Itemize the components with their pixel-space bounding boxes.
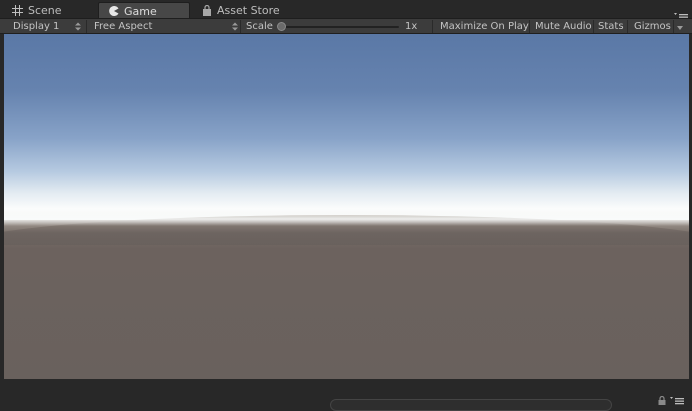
stats-toggle[interactable]: Stats — [598, 19, 624, 34]
tab-strip: Scene Game Asset Store — [0, 0, 692, 21]
grid-icon — [12, 5, 23, 16]
horizon-glow — [4, 212, 689, 226]
toolbar-divider — [627, 20, 628, 33]
panel-controls — [658, 390, 684, 409]
aspect-dropdown[interactable]: Free Aspect — [88, 19, 238, 34]
toolbar-divider — [529, 20, 530, 33]
panel-menu-icon[interactable] — [670, 390, 684, 409]
tab-label: Scene — [28, 4, 62, 17]
store-bag-icon — [202, 5, 212, 16]
toolbar-divider — [240, 20, 241, 33]
toolbar-divider — [86, 20, 87, 33]
game-viewport[interactable] — [4, 34, 689, 379]
tab-context-menu-icon[interactable] — [674, 6, 688, 21]
lock-icon[interactable] — [658, 390, 666, 409]
dropdown-arrows-icon — [232, 22, 238, 31]
toolbar-divider — [432, 20, 433, 33]
gizmos-toggle[interactable]: Gizmos — [634, 19, 671, 34]
tab-label: Asset Store — [217, 4, 280, 17]
tab-asset-store[interactable]: Asset Store — [194, 2, 304, 19]
display-dropdown-label: Display 1 — [13, 21, 60, 32]
aspect-dropdown-label: Free Aspect — [94, 21, 153, 32]
horizontal-scrollbar[interactable] — [330, 399, 612, 411]
mute-audio-toggle[interactable]: Mute Audio — [535, 19, 592, 34]
tab-game[interactable]: Game — [98, 2, 190, 19]
maximize-on-play-toggle[interactable]: Maximize On Play — [440, 19, 529, 34]
scale-slider-track[interactable] — [279, 26, 399, 28]
game-view-toolbar: Display 1 Free Aspect Scale 1x Maximize … — [0, 18, 692, 34]
scale-label: Scale — [246, 21, 273, 32]
gizmos-dropdown-arrow-icon[interactable] — [677, 23, 683, 32]
skybox-sky — [4, 34, 689, 224]
scale-value: 1x — [405, 21, 418, 32]
scale-slider-handle[interactable] — [277, 22, 286, 31]
tab-label: Game — [124, 4, 157, 18]
toolbar-divider — [593, 20, 594, 33]
toolbar-divider — [673, 20, 674, 33]
pacman-icon — [109, 6, 119, 16]
dropdown-arrows-icon — [75, 22, 81, 31]
display-dropdown[interactable]: Display 1 — [8, 19, 84, 34]
tab-scene[interactable]: Scene — [4, 2, 92, 19]
